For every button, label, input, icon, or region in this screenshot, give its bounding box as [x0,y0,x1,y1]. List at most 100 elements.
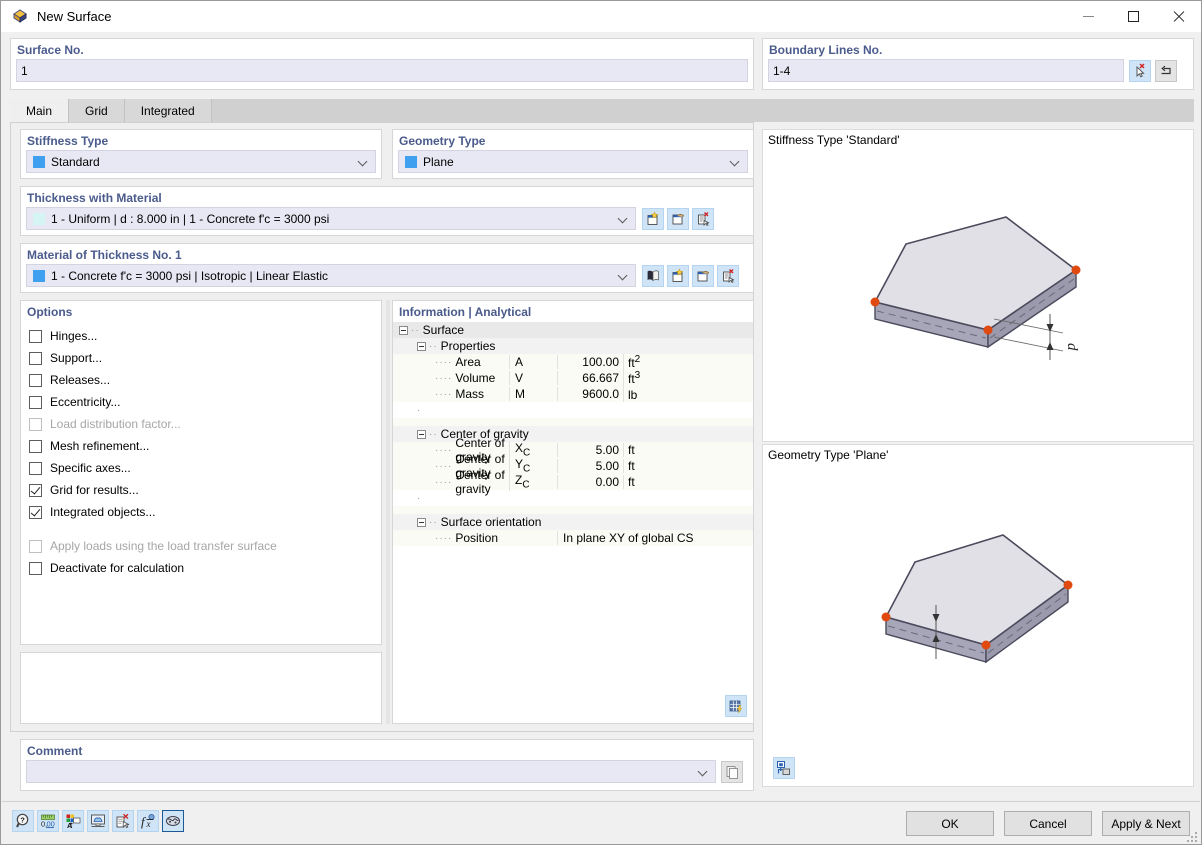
graphics-icon[interactable] [162,810,184,832]
tab-main[interactable]: Main [10,99,70,122]
checkbox-specific-axes[interactable] [29,461,42,475]
collapse-icon[interactable] [417,429,426,439]
preview-settings-icon[interactable] [773,757,795,779]
geometry-type-value: Plane [423,154,454,169]
boundary-lines-input[interactable]: 1-4 [768,59,1124,82]
row-value: 5.00 [557,443,623,457]
edit-material-icon[interactable] [692,264,714,287]
geometry-type-swatch [405,155,417,168]
row-value: 100.00 [557,355,623,369]
option-deactivate-for-calculation[interactable]: Deactivate for calculation [21,557,381,579]
table-row: ···· Area A 100.00 ft2 [393,354,753,370]
option-grid-for-results[interactable]: Grid for results... [21,479,381,501]
thickness-group: Thickness with Material 1 - Uniform | d … [20,186,754,236]
resize-grip[interactable] [1187,832,1197,842]
option-specific-axes[interactable]: Specific axes... [21,457,381,479]
row-symbol: M [509,387,557,401]
options-list: Hinges... Support... Releases... Eccentr… [21,325,381,579]
row-symbol: A [509,355,557,369]
reverse-icon[interactable] [1155,59,1177,82]
information-header: Information | Analytical [393,301,753,322]
title-bar: New Surface [1,1,1201,32]
checkbox-eccentricity[interactable] [29,395,42,409]
chevron-down-icon[interactable] [730,157,740,167]
display-properties-icon[interactable]: A [62,810,84,832]
option-eccentricity[interactable]: Eccentricity... [21,391,381,413]
checkbox-deactivate-for-calculation[interactable] [29,561,42,575]
stiffness-type-combo[interactable]: Standard [26,150,376,173]
surface-no-group: Surface No. 1 [10,38,754,90]
chevron-down-icon[interactable] [618,214,628,224]
row-symbol: YC [509,457,557,475]
option-releases[interactable]: Releases... [21,369,381,391]
options-label: Options [27,305,73,319]
collapse-icon[interactable] [399,325,408,335]
row-unit: ft [623,459,663,473]
comment-group: Comment [20,739,754,791]
new-material-icon[interactable] [667,264,689,287]
maximize-button[interactable] [1111,1,1156,32]
visualization-icon[interactable] [87,810,109,832]
option-mesh-refinement[interactable]: Mesh refinement... [21,435,381,457]
checkbox-hinges[interactable] [29,329,42,343]
results-table-icon[interactable] [725,695,747,717]
tree-node-orientation-label: Surface orientation [440,515,542,529]
stiffness-type-value: Standard [51,154,100,169]
delete-thickness-icon[interactable] [692,207,714,230]
option-integrated-objects[interactable]: Integrated objects... [21,501,381,523]
slab-iso-plane-graphic [881,534,1073,664]
pick-lines-icon[interactable] [1129,59,1151,82]
collapse-icon[interactable] [417,517,426,527]
edit-thickness-icon[interactable] [667,207,689,230]
geometry-type-combo[interactable]: Plane [398,150,748,173]
material-swatch [33,269,45,282]
parameters-icon[interactable]: f x [137,810,159,832]
collapse-icon[interactable] [417,341,426,351]
apply-next-button[interactable]: Apply & Next [1102,811,1190,836]
tree-node-surface[interactable]: ·· Surface [393,322,753,338]
information-tree: ·· Surface ·· Properties ···· Area A 100… [393,322,753,546]
option-hinges[interactable]: Hinges... [21,325,381,347]
checkbox-integrated-objects[interactable] [29,505,42,519]
tab-integrated[interactable]: Integrated [124,99,212,122]
options-group: Options Hinges... Support... Releases...… [20,300,382,645]
material-library-icon[interactable] [642,264,664,287]
geometry-type-label: Geometry Type [399,134,486,148]
tree-node-surface-orientation[interactable]: ·· Surface orientation [393,514,753,530]
copy-comment-icon[interactable] [721,760,743,783]
units-decimals-icon[interactable]: 0, 00 [37,810,59,832]
cancel-button[interactable]: Cancel [1004,811,1092,836]
material-combo[interactable]: 1 - Concrete f'c = 3000 psi | Isotropic … [26,264,636,287]
chevron-down-icon[interactable] [618,271,628,281]
delete-material-icon[interactable] [717,264,739,287]
row-value: 5.00 [557,459,623,473]
information-panel: Information | Analytical ·· Surface ·· P… [392,300,754,724]
comment-input[interactable] [26,760,716,783]
ok-button[interactable]: OK [906,811,994,836]
chevron-down-icon[interactable] [358,157,368,167]
thickness-combo[interactable]: 1 - Uniform | d : 8.000 in | 1 - Concret… [26,207,636,230]
thickness-dim-label: d [1064,343,1080,351]
checkbox-releases[interactable] [29,373,42,387]
checkbox-grid-for-results[interactable] [29,483,42,497]
close-button[interactable] [1156,1,1201,32]
tree-node-properties[interactable]: ·· Properties [393,338,753,354]
option-support[interactable]: Support... [21,347,381,369]
help-icon[interactable]: ? [12,810,34,832]
chevron-down-icon[interactable] [698,767,708,777]
surface-no-input[interactable]: 1 [16,59,748,82]
material-value: 1 - Concrete f'c = 3000 psi | Isotropic … [51,268,328,283]
slab-iso-thickness-graphic: d [870,216,1081,360]
table-row: ···· Volume V 66.667 ft3 [393,370,753,386]
row-label: Area [455,355,481,369]
new-thickness-icon[interactable] [642,207,664,230]
tab-grid[interactable]: Grid [69,99,125,122]
tree-dots: ···· [435,388,453,400]
checkbox-mesh-refinement[interactable] [29,439,42,453]
geometry-type-group: Geometry Type Plane [392,129,754,179]
tree-spacer: · [393,402,753,418]
clear-icon[interactable] [112,810,134,832]
minimize-button[interactable] [1066,1,1111,32]
row-value: 9600.0 [557,387,623,401]
checkbox-support[interactable] [29,351,42,365]
